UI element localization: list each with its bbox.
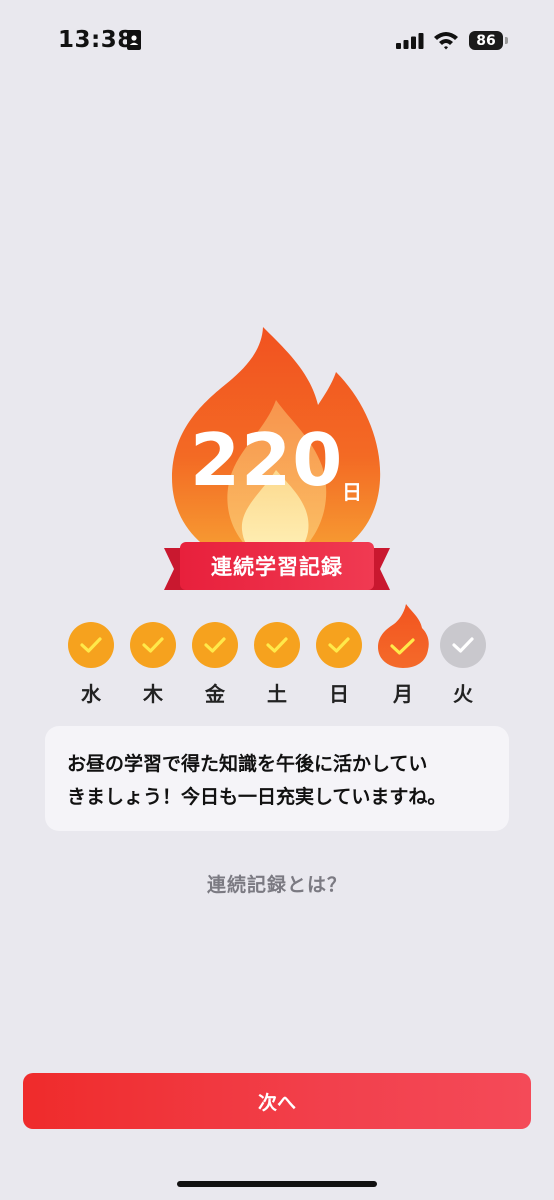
check-icon xyxy=(328,637,350,653)
day-label: 月 xyxy=(393,682,413,706)
day-check-circle xyxy=(192,622,238,668)
encouragement-message: お昼の学習で得た知識を午後に活かしてい きましょう！今日も一日充実していますね。 xyxy=(67,748,497,814)
streak-ribbon-label: 連続学習記録 xyxy=(211,555,343,579)
day-check-circle xyxy=(316,622,362,668)
message-line: お昼の学習で得た知識を午後に活かしてい xyxy=(67,753,428,775)
day-check-circle xyxy=(440,622,486,668)
day-check-circle xyxy=(254,622,300,668)
status-time: 13:38 xyxy=(58,27,134,53)
battery-level: 86 xyxy=(476,32,496,49)
day-label: 土 xyxy=(267,682,287,706)
message-line: きましょう！今日も一日充実していますね。 xyxy=(67,786,447,808)
about-streak-link[interactable]: 連続記録とは？ xyxy=(0,870,554,897)
day-label: 金 xyxy=(205,682,225,706)
check-icon xyxy=(142,637,164,653)
day-check-circle xyxy=(130,622,176,668)
day-label: 日 xyxy=(329,682,349,706)
wifi-icon xyxy=(434,32,458,50)
encouragement-card: お昼の学習で得た知識を午後に活かしてい きましょう！今日も一日充実していますね。 xyxy=(45,726,509,831)
next-button[interactable]: 次へ xyxy=(23,1073,531,1129)
check-icon xyxy=(266,637,288,653)
battery-icon: 86 xyxy=(469,31,503,50)
check-icon xyxy=(80,637,102,653)
check-icon xyxy=(452,637,474,653)
day-label: 火 xyxy=(453,682,473,706)
check-icon xyxy=(204,637,226,653)
home-indicator xyxy=(177,1181,377,1187)
day-label: 水 xyxy=(81,682,101,706)
today-flame-icon xyxy=(378,604,429,668)
weekly-streak-row: 水 木 金 土 日 月 火 xyxy=(0,600,554,710)
cellular-signal-icon xyxy=(396,33,424,49)
streak-unit: 日 xyxy=(342,480,362,504)
status-bar: 13:38 86 xyxy=(0,0,554,84)
day-label: 木 xyxy=(143,682,163,706)
battery-cap xyxy=(505,37,508,44)
id-card-icon xyxy=(127,30,141,50)
streak-count: 220 xyxy=(190,418,344,502)
day-check-circle xyxy=(68,622,114,668)
